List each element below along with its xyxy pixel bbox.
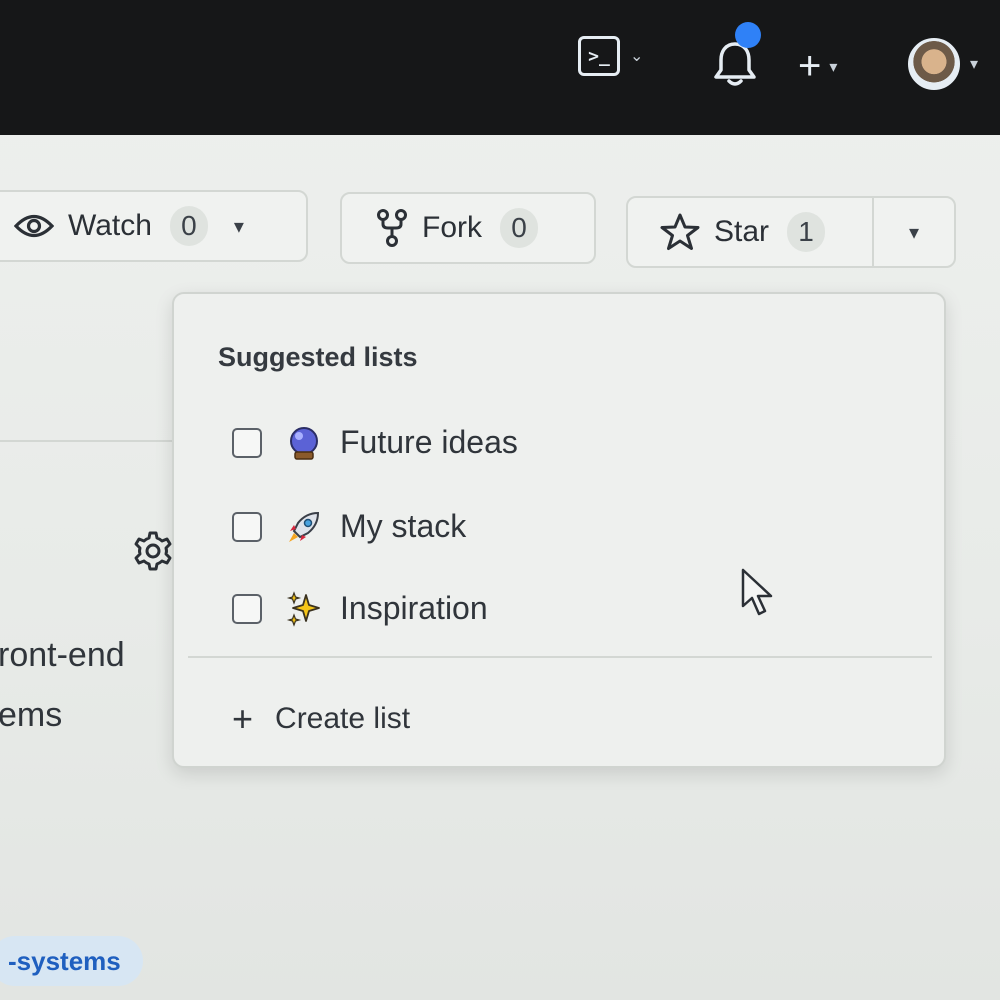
caret-down-icon: ▾	[233, 215, 244, 238]
plus-icon: +	[798, 44, 822, 88]
watch-count: 0	[169, 206, 208, 246]
fork-count: 0	[500, 208, 538, 248]
caret-down-icon: ▾	[970, 56, 979, 73]
list-checkbox[interactable]	[232, 511, 262, 542]
watch-button[interactable]: Watch 0 ▾	[0, 190, 308, 262]
star-button[interactable]: Star 1	[626, 196, 874, 268]
fork-icon	[376, 208, 408, 248]
page: >_ ⌄ + ▾ ▾ Watch 0 ▾ Fork 0 Star 1 ▾ ron…	[0, 0, 1000, 1000]
eye-icon	[14, 211, 54, 241]
star-icon	[660, 213, 700, 251]
list-item-label: Future ideas	[340, 424, 518, 460]
topic-tag[interactable]: -systems	[0, 936, 143, 986]
list-item-future-ideas[interactable]: Future ideas	[232, 424, 518, 461]
top-header: >_ ⌄ + ▾ ▾	[0, 0, 1000, 135]
caret-down-icon: ▾	[908, 221, 920, 244]
user-menu-button[interactable]: ▾	[908, 38, 978, 90]
create-list-button[interactable]: + Create list	[232, 698, 410, 740]
dropdown-divider	[188, 656, 932, 658]
command-palette-button[interactable]: >_ ⌄	[578, 36, 643, 76]
star-list-dropdown-button[interactable]: ▾	[872, 196, 956, 268]
star-label: Star	[714, 215, 770, 248]
about-text-fragment: ront-end	[0, 636, 125, 674]
terminal-icon: >_	[578, 36, 620, 76]
chevron-down-icon: ⌄	[630, 48, 644, 65]
list-checkbox[interactable]	[232, 427, 262, 458]
list-item-my-stack[interactable]: My stack	[232, 508, 466, 545]
fork-label: Fork	[422, 211, 482, 244]
avatar	[908, 38, 960, 90]
list-checkbox[interactable]	[232, 593, 262, 624]
create-list-label: Create list	[275, 702, 411, 735]
dropdown-title: Suggested lists	[218, 342, 418, 372]
gear-icon[interactable]	[132, 530, 174, 577]
list-item-label: Inspiration	[340, 590, 488, 626]
sparkles-icon	[286, 590, 322, 627]
list-item-label: My stack	[340, 508, 467, 544]
mouse-pointer-icon	[740, 568, 776, 623]
notification-indicator	[735, 22, 761, 48]
plus-icon: +	[232, 698, 254, 739]
fork-button[interactable]: Fork 0	[340, 192, 596, 264]
list-item-inspiration[interactable]: Inspiration	[232, 590, 488, 627]
watch-label: Watch	[68, 209, 152, 242]
lists-dropdown: Suggested lists Future ideas My stack In…	[172, 292, 946, 768]
about-text-fragment: ems	[0, 696, 63, 734]
caret-down-icon: ▾	[829, 58, 838, 76]
star-count: 1	[787, 212, 826, 252]
crystal-ball-icon	[286, 425, 322, 461]
rocket-icon	[286, 509, 322, 545]
section-divider	[0, 440, 200, 442]
create-new-button[interactable]: + ▾	[798, 44, 837, 89]
terminal-glyph: >_	[588, 45, 610, 67]
